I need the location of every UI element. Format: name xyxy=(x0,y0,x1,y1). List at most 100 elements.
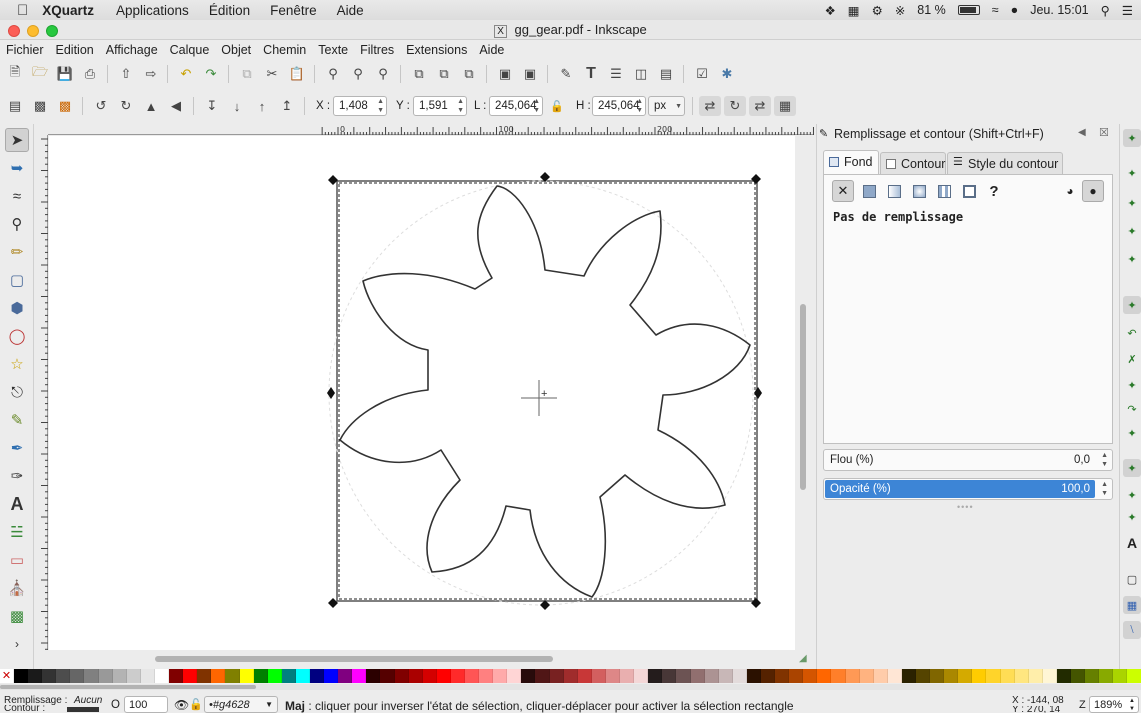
opacity-input[interactable]: 100 xyxy=(124,696,168,713)
zoom-page-icon[interactable]: ⚲ xyxy=(374,65,392,83)
menu-affichage[interactable]: Affichage xyxy=(100,43,164,57)
snap-bbox-midpoint-icon[interactable]: ✦ xyxy=(1123,250,1141,268)
palette-swatch[interactable] xyxy=(408,669,423,683)
layer-select[interactable]: •#g4628 ▼ xyxy=(204,696,278,713)
palette-swatch[interactable] xyxy=(648,669,663,683)
drawing-canvas[interactable]: + xyxy=(49,136,795,650)
palette-swatch[interactable] xyxy=(887,669,902,683)
wifi-icon[interactable]: ≈ xyxy=(992,3,999,17)
apple-icon[interactable]:  xyxy=(17,2,28,19)
vertical-scroll-thumb[interactable] xyxy=(800,304,806,490)
menu-fichier[interactable]: Fichier xyxy=(0,43,50,57)
xml-editor-icon[interactable]: ◫ xyxy=(632,65,650,83)
palette-swatch[interactable] xyxy=(211,669,226,683)
dialog-collapse-icon[interactable]: ◀ xyxy=(1078,127,1086,138)
mac-menu-aide[interactable]: Aide xyxy=(337,3,364,18)
palette-swatch[interactable] xyxy=(605,669,621,683)
lower-to-bottom-icon[interactable]: ↧ xyxy=(203,97,221,115)
fill-rule-nonzero-icon[interactable]: ● xyxy=(1082,180,1104,202)
palette-swatch[interactable] xyxy=(958,669,973,683)
snap-cusp-icon[interactable]: ✦ xyxy=(1123,376,1141,394)
opacity-field[interactable]: Opacité (%) 100,0 ▲ ▼ xyxy=(823,478,1113,500)
spin-arrows-icon[interactable]: ▲ ▼ xyxy=(1101,480,1108,498)
palette-swatch[interactable] xyxy=(1014,669,1029,683)
corner-icon[interactable]: ◢ xyxy=(799,653,807,664)
palette-swatch[interactable] xyxy=(577,669,592,683)
text-font-icon[interactable]: T xyxy=(582,65,600,83)
snap-text-baseline-icon[interactable]: ✦ xyxy=(1123,508,1141,526)
snap-enable-icon[interactable]: ✦ xyxy=(1123,129,1141,147)
no-color-swatch-icon[interactable]: ✕ xyxy=(0,669,14,683)
clone-icon[interactable]: ⧉ xyxy=(435,65,453,83)
palette-swatch[interactable] xyxy=(803,669,818,683)
scale-stroke-icon[interactable]: ⇄ xyxy=(699,96,721,116)
scale-handle-top-right[interactable] xyxy=(751,174,761,184)
palette-swatch[interactable] xyxy=(831,669,846,683)
open-icon[interactable]: 🗁 xyxy=(31,64,49,83)
scale-corners-icon[interactable]: ↻ xyxy=(724,96,746,116)
sync-icon[interactable]: ⚙ xyxy=(872,3,883,18)
screen-icon[interactable]: ▦ xyxy=(848,3,860,18)
palette-swatch[interactable] xyxy=(98,669,113,683)
palette-swatch[interactable] xyxy=(732,669,747,683)
snap-text-icon[interactable]: A xyxy=(1123,534,1141,552)
lower-icon[interactable]: ↓ xyxy=(228,97,246,115)
spin-arrows-icon[interactable]: ▲ ▼ xyxy=(636,97,643,115)
palette-swatch[interactable] xyxy=(1042,669,1057,683)
palette-swatch[interactable] xyxy=(535,669,550,683)
document-properties-icon[interactable]: ☑ xyxy=(693,65,711,83)
star-tool-icon[interactable]: ☆ xyxy=(5,352,29,376)
palette-swatch[interactable] xyxy=(620,669,635,683)
snap-bbox-edge-icon[interactable]: ✦ xyxy=(1123,194,1141,212)
tab-contour[interactable]: Contour xyxy=(880,152,946,174)
transform-gradients-icon[interactable]: ⇄ xyxy=(749,96,771,116)
menu-filtres[interactable]: Filtres xyxy=(354,43,400,57)
save-icon[interactable]: 💾 xyxy=(56,65,74,83)
palette-swatch[interactable] xyxy=(549,669,564,683)
menu-aide[interactable]: Aide xyxy=(473,43,510,57)
spin-arrows-icon[interactable]: ▲ ▼ xyxy=(457,97,464,115)
palette-swatch[interactable] xyxy=(662,669,677,683)
palette-swatch[interactable] xyxy=(704,669,719,683)
palette-swatch[interactable] xyxy=(775,669,790,683)
scale-handle-left[interactable] xyxy=(327,387,335,399)
no-paint-button[interactable]: ✕ xyxy=(832,180,854,202)
spray-tool-icon[interactable]: ☱ xyxy=(5,520,29,544)
stroke-indicator-swatch[interactable] xyxy=(67,707,99,712)
horizontal-ruler[interactable]: 0 100 200 xyxy=(48,124,814,135)
palette-swatch[interactable] xyxy=(70,669,85,683)
palette-swatch[interactable] xyxy=(1000,669,1015,683)
palette-swatch[interactable] xyxy=(140,669,155,683)
user-icon[interactable]: ● xyxy=(1011,3,1019,17)
snap-center-icon[interactable]: ✦ xyxy=(1123,459,1141,477)
fill-stroke-icon[interactable]: ✎ xyxy=(557,65,575,83)
dialog-resize-grip-icon[interactable]: •••• xyxy=(957,502,974,512)
palette-swatch[interactable] xyxy=(930,669,945,683)
palette-swatch[interactable] xyxy=(1099,669,1114,683)
palette-swatch[interactable] xyxy=(479,669,494,683)
palette-swatch[interactable] xyxy=(394,669,409,683)
linear-gradient-button[interactable] xyxy=(883,180,905,202)
snap-bbox-icon[interactable]: ✦ xyxy=(1123,164,1141,182)
mac-menu-edition[interactable]: Édition xyxy=(209,3,250,18)
palette-swatch[interactable] xyxy=(563,669,578,683)
measure-tool-icon[interactable]: ✏ xyxy=(5,240,29,264)
palette-swatch[interactable] xyxy=(521,669,536,683)
rectangle-tool-icon[interactable]: ▢ xyxy=(5,268,29,292)
cut-icon[interactable]: ✂ xyxy=(263,65,281,83)
palette-swatch[interactable] xyxy=(197,669,212,683)
zoom-selection-icon[interactable]: ⚲ xyxy=(324,65,342,83)
spin-arrows-icon[interactable]: ▲ ▼ xyxy=(377,97,384,115)
palette-swatch[interactable] xyxy=(338,669,353,683)
palette-swatch[interactable] xyxy=(14,669,29,683)
select-all-layers-icon[interactable]: ▩ xyxy=(31,97,49,115)
undo-icon[interactable]: ↶ xyxy=(177,65,195,83)
palette-swatch[interactable] xyxy=(986,669,1001,683)
clock[interactable]: Jeu. 15:01 xyxy=(1030,3,1088,17)
palette-swatch[interactable] xyxy=(465,669,480,683)
palette-swatch[interactable] xyxy=(352,669,367,683)
paint-bucket-tool-icon[interactable]: ⛪ xyxy=(5,576,29,600)
palette-swatch[interactable] xyxy=(422,669,437,683)
bluetooth-icon[interactable]: ※ xyxy=(895,3,905,18)
spin-arrows-icon[interactable]: ▲ ▼ xyxy=(1101,451,1108,469)
